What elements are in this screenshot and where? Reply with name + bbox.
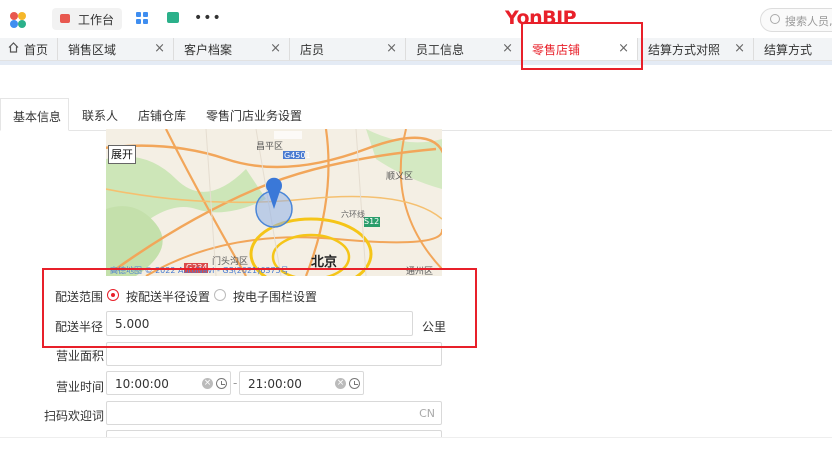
detail-tabs: 基本信息 联系人 店铺仓库 零售门店业务设置 xyxy=(0,98,832,131)
top-bar: 工作台 ••• YonBIP 搜索人员, xyxy=(0,0,832,38)
subtab-contacts[interactable]: 联系人 xyxy=(70,98,130,129)
tab-settlement-method[interactable]: 结算方式 xyxy=(754,38,832,60)
hours-start-input[interactable]: 10:00:00 × xyxy=(106,371,231,395)
message-icon[interactable] xyxy=(167,12,179,23)
radius-label: 配送半径 xyxy=(55,320,104,334)
welcome-message-input[interactable]: CN xyxy=(106,401,442,425)
tab-home[interactable]: 首页 xyxy=(0,38,58,60)
tab-employee-info[interactable]: 员工信息 × xyxy=(406,38,522,60)
tab-label: 客户档案 xyxy=(184,43,233,57)
more-icon[interactable]: ••• xyxy=(194,10,222,26)
toolbar-strip xyxy=(0,61,832,65)
clear-icon[interactable]: × xyxy=(202,378,213,389)
global-search-input[interactable]: 搜索人员, xyxy=(760,8,832,32)
workbench-icon xyxy=(60,14,70,23)
workbench-label: 工作台 xyxy=(78,13,115,27)
language-badge[interactable]: CN xyxy=(419,407,435,420)
welcome-label: 扫码欢迎词 xyxy=(44,409,105,423)
map-expand-button[interactable]: 展开 xyxy=(108,145,136,164)
subtab-label: 店铺仓库 xyxy=(138,109,187,123)
close-icon[interactable]: × xyxy=(386,41,397,56)
footer-strip xyxy=(0,437,832,468)
home-icon xyxy=(8,42,19,53)
hours-label: 营业时间 xyxy=(56,380,105,394)
subtab-retail-business-settings[interactable]: 零售门店业务设置 xyxy=(196,98,306,129)
hours-start-value: 10:00:00 xyxy=(115,377,169,391)
subtab-basic-info[interactable]: 基本信息 xyxy=(0,98,69,131)
subtab-label: 基本信息 xyxy=(13,110,62,124)
radius-value: 5.000 xyxy=(115,317,150,331)
map-copyright: 高德地图 © 2022 AutoNavi - GS(2021)6375号 xyxy=(110,266,289,275)
tab-label: 结算方式对照 xyxy=(648,43,721,57)
subtab-label: 联系人 xyxy=(82,109,119,123)
clock-icon[interactable] xyxy=(349,378,360,389)
tab-label: 结算方式 xyxy=(764,43,813,57)
subtab-label: 零售门店业务设置 xyxy=(206,109,303,123)
tab-label: 员工信息 xyxy=(416,43,465,57)
tab-label: 零售店铺 xyxy=(532,43,581,57)
subtab-store-warehouse[interactable]: 店铺仓库 xyxy=(128,98,194,129)
map-label: 顺义区 xyxy=(386,172,414,182)
tab-settlement-mapping[interactable]: 结算方式对照 × xyxy=(638,38,754,60)
close-icon[interactable]: × xyxy=(618,41,629,56)
business-area-input[interactable] xyxy=(106,342,442,366)
apps-grid-icon[interactable] xyxy=(136,12,148,24)
area-label: 营业面积 xyxy=(56,349,105,363)
close-icon[interactable]: × xyxy=(734,41,745,56)
clear-icon[interactable]: × xyxy=(335,378,346,389)
tab-label: 销售区域 xyxy=(68,43,117,57)
radio-by-fence-label[interactable]: 按电子围栏设置 xyxy=(233,288,317,305)
delivery-radius-input[interactable]: 5.000 xyxy=(106,311,413,336)
delivery-scope-label: 配送范围 xyxy=(55,290,104,304)
annotation-box-delivery xyxy=(42,268,477,348)
brand-logo: YonBIP xyxy=(505,7,577,29)
app-logo-icon[interactable] xyxy=(8,10,28,30)
radius-unit: 公里 xyxy=(422,320,447,334)
radio-by-radius[interactable] xyxy=(107,289,119,301)
map-label: 昌平区 xyxy=(256,142,284,152)
page-tab-strip: 首页 销售区域 × 客户档案 × 店员 × 员工信息 × 零售店铺 × 结算方式… xyxy=(0,38,832,61)
map-city-label: 北京 xyxy=(311,255,338,270)
radio-by-fence[interactable] xyxy=(214,289,226,301)
close-icon[interactable]: × xyxy=(502,41,513,56)
workbench-button[interactable]: 工作台 xyxy=(52,8,122,30)
hours-separator: - xyxy=(233,376,238,390)
close-icon[interactable]: × xyxy=(154,41,165,56)
close-icon[interactable]: × xyxy=(270,41,281,56)
map-road-label: S12 xyxy=(364,217,380,226)
tab-retail-store[interactable]: 零售店铺 × xyxy=(522,38,638,60)
map-road-label: G4501 xyxy=(284,151,311,160)
hours-end-value: 21:00:00 xyxy=(248,377,302,391)
hours-end-input[interactable]: 21:00:00 × xyxy=(239,371,364,395)
map-road-label: 六环线 xyxy=(341,210,365,219)
tab-label: 店员 xyxy=(300,43,325,57)
map-label: 通州区 xyxy=(406,267,434,276)
search-icon xyxy=(770,14,780,24)
search-placeholder: 搜索人员, xyxy=(785,15,832,28)
tab-label: 首页 xyxy=(24,43,49,57)
clock-icon[interactable] xyxy=(216,378,227,389)
tab-customer-archive[interactable]: 客户档案 × xyxy=(174,38,290,60)
store-location-map[interactable]: 昌平区 G4501 顺义区 S12 六环线 门头沟区 北京 G234 通州区 高… xyxy=(106,129,442,276)
tab-sales-region[interactable]: 销售区域 × xyxy=(58,38,174,60)
radio-by-radius-label[interactable]: 按配送半径设置 xyxy=(126,288,210,305)
tab-clerk[interactable]: 店员 × xyxy=(290,38,406,60)
